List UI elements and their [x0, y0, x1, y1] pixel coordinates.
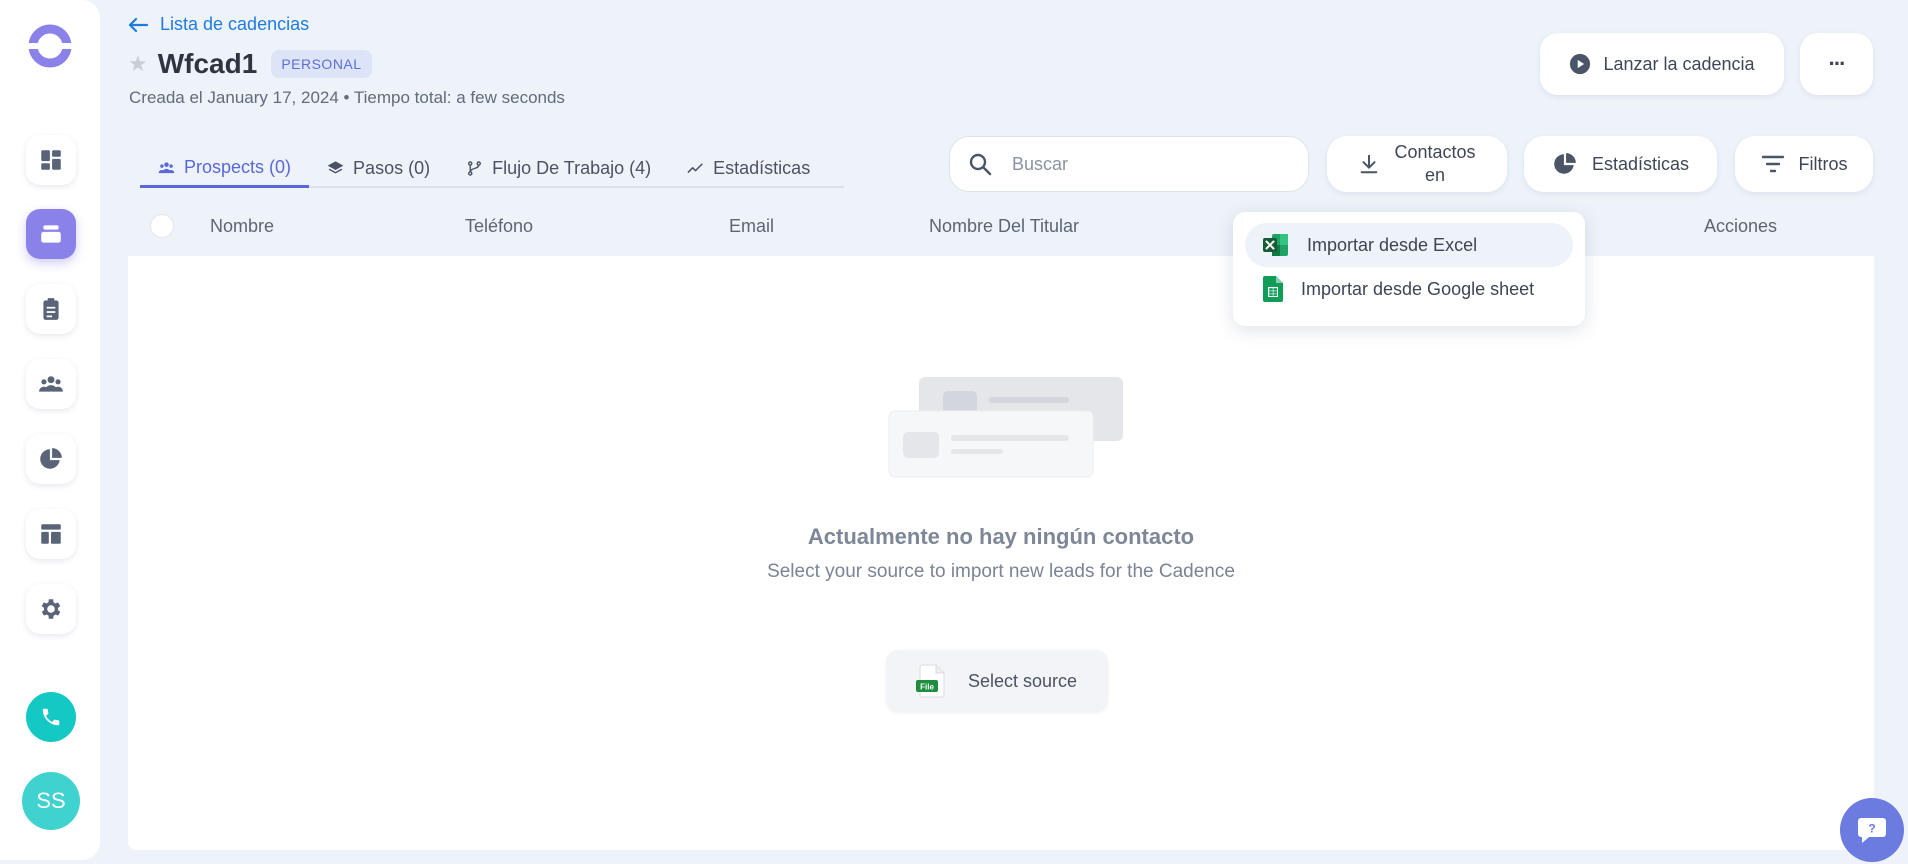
tasks-icon [43, 298, 59, 320]
column-header-phone[interactable]: Teléfono [465, 216, 533, 237]
settings-icon [41, 599, 61, 619]
empty-state-subtitle: Select your source to import new leads f… [767, 561, 1235, 582]
tab-prospects[interactable]: Prospects (0) [140, 150, 310, 188]
table-header: Nombre Teléfono Email Nombre Del Titular… [128, 206, 1874, 252]
trend-icon [687, 162, 703, 173]
sidebar-item-contacts[interactable] [26, 359, 76, 409]
select-source-button[interactable]: File Select source [886, 650, 1108, 712]
column-header-owner[interactable]: Nombre Del Titular [929, 216, 1079, 237]
select-source-label: Select source [968, 670, 1078, 691]
file-icon-text: File [920, 683, 934, 692]
tab-workflow-label: Flujo De Trabajo (4) [492, 157, 652, 178]
page-title: Wfcad1 [157, 48, 258, 79]
contacts-import-button[interactable]: Contactos en [1327, 136, 1507, 192]
google-sheets-icon [1263, 276, 1283, 302]
sidebar-item-tasks[interactable] [26, 284, 76, 334]
sidebar-item-stats[interactable] [26, 434, 76, 484]
search-icon [969, 153, 992, 176]
filters-button-label: Filtros [1798, 153, 1848, 174]
file-icon: File [916, 664, 945, 698]
empty-contacts-illustration [888, 377, 1123, 478]
sidebar-item-templates[interactable] [26, 509, 76, 559]
search-box [949, 136, 1309, 192]
statistics-button[interactable]: Estadísticas [1524, 136, 1717, 192]
cadences-icon [41, 225, 61, 243]
tab-steps[interactable]: Pasos (0) [309, 150, 448, 186]
column-header-email[interactable]: Email [729, 216, 774, 237]
menu-item-import-excel[interactable]: Importar desde Excel [1245, 223, 1573, 267]
phone-icon [42, 708, 60, 726]
contacts-import-label-line1: Contactos [1394, 142, 1476, 162]
help-chat-icon: ? [1858, 818, 1886, 843]
users-icon [158, 162, 175, 174]
filter-icon [1761, 155, 1784, 173]
more-options-button[interactable]: ··· [1800, 33, 1873, 95]
stats-icon [40, 448, 62, 469]
contacts-import-label: Contactos en [1394, 141, 1475, 187]
app-logo[interactable] [26, 22, 74, 70]
dashboard-icon [41, 150, 61, 170]
back-link-label: Lista de cadencias [160, 14, 310, 34]
filters-button[interactable]: Filtros [1735, 136, 1873, 192]
sidebar-item-settings[interactable] [26, 584, 76, 634]
title-row: ★ Wfcad1 PERSONAL [128, 48, 372, 80]
sidebar-item-dashboard[interactable] [26, 135, 76, 185]
import-dropdown-menu: Importar desde Excel Importar desde Goog… [1233, 212, 1585, 326]
tab-steps-label: Pasos (0) [353, 157, 431, 178]
select-all-checkbox[interactable] [150, 214, 174, 238]
search-input[interactable] [1012, 153, 1272, 175]
more-options-icon: ··· [1828, 51, 1847, 76]
phone-button[interactable] [26, 692, 76, 742]
tab-workflow[interactable]: Flujo De Trabajo (4) [448, 150, 669, 186]
menu-item-import-google-sheet-label: Importar desde Google sheet [1301, 278, 1535, 299]
back-link[interactable]: Lista de cadencias [128, 14, 309, 35]
arrow-left-icon [128, 17, 148, 32]
prospects-table-body: Actualmente no hay ningún contacto Selec… [128, 256, 1874, 850]
menu-item-import-excel-label: Importar desde Excel [1307, 234, 1478, 255]
launch-cadence-label: Lanzar la cadencia [1603, 53, 1755, 74]
play-circle-icon [1570, 53, 1591, 75]
star-icon[interactable]: ★ [128, 51, 148, 77]
tab-statistics-label: Estadísticas [713, 157, 811, 178]
cadence-type-badge: PERSONAL [271, 50, 372, 78]
empty-state-title: Actualmente no hay ningún contacto [807, 524, 1195, 549]
help-chat-button[interactable]: ? [1840, 798, 1904, 862]
branch-icon [468, 160, 482, 176]
launch-cadence-button[interactable]: Lanzar la cadencia [1540, 33, 1784, 95]
sidebar-item-cadences[interactable] [26, 209, 76, 259]
templates-icon [41, 524, 61, 544]
contacts-icon [39, 376, 63, 392]
tab-statistics[interactable]: Estadísticas [669, 150, 828, 186]
tab-prospects-label: Prospects (0) [184, 157, 292, 177]
statistics-button-label: Estadísticas [1591, 153, 1690, 174]
layers-icon [327, 160, 344, 174]
page-subtitle: Creada el January 17, 2024 • Tiempo tota… [129, 88, 565, 107]
pie-chart-icon [1554, 153, 1576, 174]
excel-icon [1263, 234, 1288, 256]
contacts-import-label-line2: en [1424, 165, 1445, 185]
column-header-name[interactable]: Nombre [210, 216, 274, 237]
svg-text:?: ? [1868, 822, 1875, 836]
sidebar: SS [0, 0, 100, 860]
user-avatar[interactable]: SS [22, 772, 80, 830]
tabs: Prospects (0) Pasos (0) Flujo De Trabajo… [140, 150, 844, 188]
column-header-actions: Acciones [1704, 216, 1778, 236]
download-icon [1361, 154, 1378, 174]
menu-item-import-google-sheet[interactable]: Importar desde Google sheet [1245, 267, 1573, 311]
